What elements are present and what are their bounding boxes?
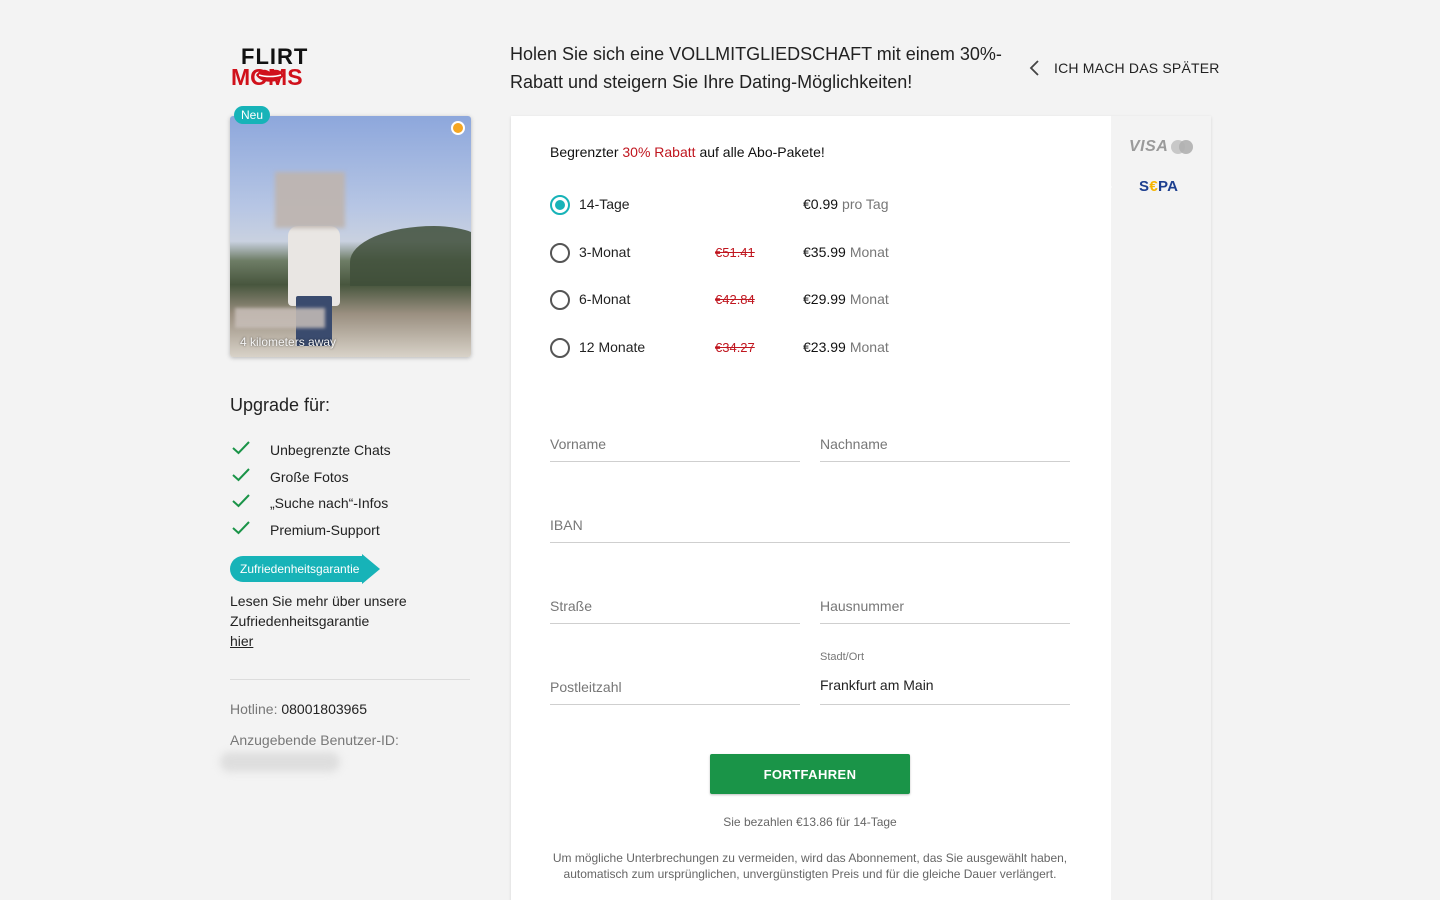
payment-card: VISA S€PA Begrenzter 30% Rabatt auf alle… [511,116,1211,900]
city-value: Frankfurt am Main [820,677,934,693]
street-field[interactable]: Straße [550,584,800,624]
sepa-logo[interactable]: S€PA [1139,178,1178,195]
online-status-dot [451,121,465,135]
feature-item: Premium-Support [230,520,391,547]
check-icon [232,441,250,455]
house-number-field[interactable]: Hausnummer [820,584,1070,624]
original-price: €42.84 [715,292,755,307]
feature-item: Unbegrenzte Chats [230,440,391,467]
blurred-face [275,172,345,228]
radio-button[interactable] [550,243,570,263]
guarantee-info-text: Lesen Sie mehr über unsere Zufriedenheit… [230,593,407,629]
feature-list: Unbegrenzte Chats Große Fotos „Suche nac… [230,440,391,547]
distance-label: 4 kilometers away [240,335,337,349]
mastercard-icon [1171,140,1193,154]
payment-methods-panel: VISA S€PA [1103,116,1211,900]
flirtmoms-logo[interactable]: FLIRT MOMS [231,46,325,92]
new-badge: Neu [234,106,271,124]
radio-button[interactable] [550,195,570,215]
later-button[interactable]: ICH MACH DAS SPÄTER [1028,58,1220,78]
blurred-name [235,308,325,328]
upgrade-title: Upgrade für: [230,395,331,415]
payment-summary: Sie bezahlen €13.86 für 14-Tage [723,815,897,829]
renewal-note: Um mögliche Unterbrechungen zu vermeiden… [552,851,1068,881]
page-headline: Holen Sie sich eine VOLLMITGLIEDSCHAFT m… [510,44,1002,92]
divider [230,679,470,680]
check-icon [232,494,250,508]
plan-option-6-monat[interactable]: 6-Monat €42.84 €29.99 Monat [550,290,950,312]
city-label: Stadt/Ort [820,651,865,663]
visa-logo[interactable]: VISA [1129,138,1168,156]
hotline-number: 08001803965 [281,701,368,717]
profile-photo-card[interactable]: 4 kilometers away [230,116,471,357]
feature-item: „Suche nach“-Infos [230,493,391,520]
chevron-left-icon [1029,60,1039,76]
continue-button[interactable]: FORTFAHREN [710,754,910,794]
original-price: €51.41 [715,245,755,260]
hotline: Hotline: 08001803965 [230,701,368,717]
guarantee-link[interactable]: hier [230,631,253,651]
iban-field[interactable]: IBAN [550,503,1070,543]
first-name-field[interactable]: Vorname [550,422,800,462]
feature-item: Große Fotos [230,467,391,494]
user-id-label: Anzugebende Benutzer-ID: [230,732,399,748]
lips-icon [256,69,284,82]
radio-button[interactable] [550,338,570,358]
zip-field[interactable]: Postleitzahl [550,665,800,705]
check-icon [232,467,250,482]
last-name-field[interactable]: Nachname [820,422,1070,462]
radio-button[interactable] [550,290,570,310]
arrow-shape [362,554,380,584]
plan-option-12-monate[interactable]: 12 Monate €34.27 €23.99 Monat [550,338,950,360]
plan-option-3-monat[interactable]: 3-Monat €51.41 €35.99 Monat [550,243,950,265]
promo-text: Begrenzter 30% Rabatt auf alle Abo-Paket… [550,144,825,160]
city-field[interactable]: Stadt/Ort Frankfurt am Main [820,651,1070,705]
selected-method-pointer [1103,178,1112,196]
original-price: €34.27 [715,340,755,355]
blurred-user-id [220,752,340,772]
plan-option-14-tage[interactable]: 14-Tage €0.99 pro Tag [550,195,950,217]
check-icon [232,521,250,535]
